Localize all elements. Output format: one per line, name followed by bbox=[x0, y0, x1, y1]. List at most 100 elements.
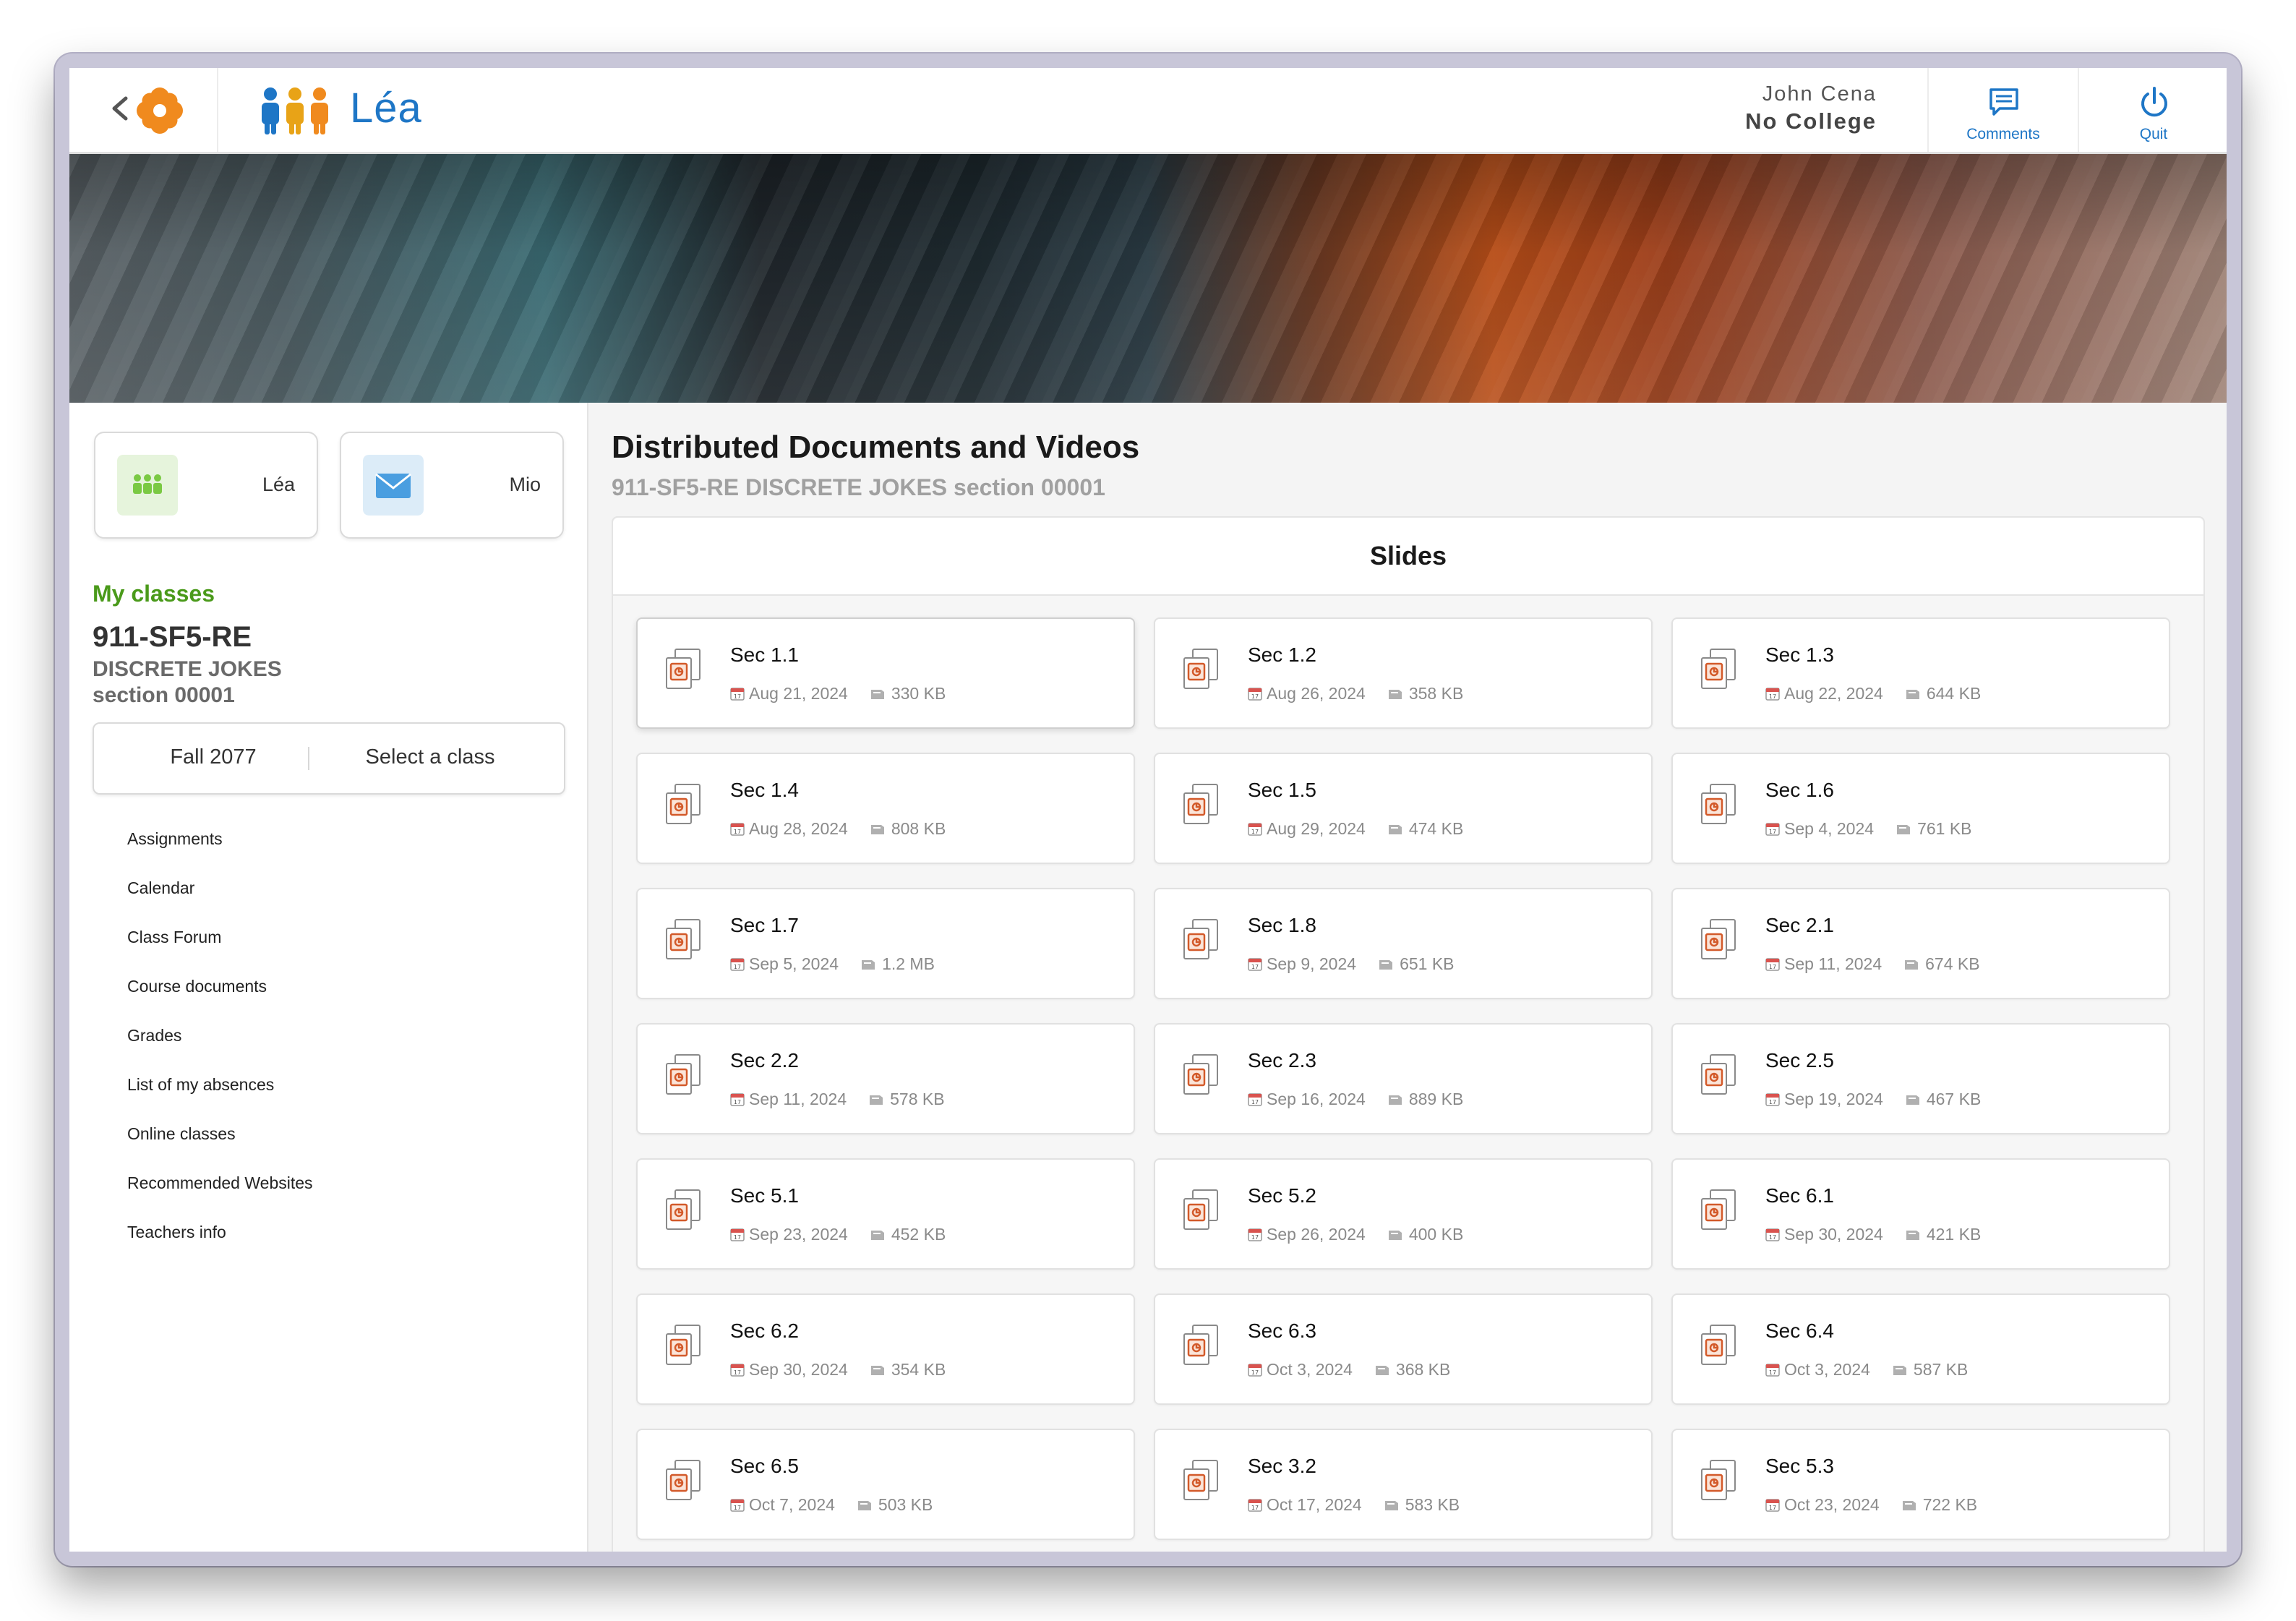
document-name: Sec 1.3 bbox=[1765, 643, 1834, 666]
document-card-sec-1-3[interactable]: Sec 1.3 17 Aug 22, 2024 644 KB bbox=[1671, 617, 2170, 729]
lea-app-tile[interactable]: Léa bbox=[94, 432, 318, 539]
document-name: Sec 6.4 bbox=[1765, 1320, 1834, 1342]
document-card-sec-1-2[interactable]: Sec 1.2 17 Aug 26, 2024 358 KB bbox=[1154, 617, 1653, 729]
nav-item-calendar[interactable]: Calendar bbox=[127, 878, 194, 898]
select-class-button[interactable]: Select a class bbox=[311, 745, 549, 769]
back-button[interactable] bbox=[69, 68, 218, 152]
document-meta: 17 Sep 19, 2024 467 KB bbox=[1765, 1090, 1981, 1109]
document-meta: 17 Oct 17, 2024 583 KB bbox=[1248, 1495, 1460, 1515]
svg-text:17: 17 bbox=[734, 1505, 741, 1511]
nav-item-course-documents[interactable]: Course documents bbox=[127, 977, 267, 996]
file-size-icon bbox=[862, 960, 875, 970]
file-size-icon bbox=[1384, 1501, 1398, 1510]
file-size-icon bbox=[1897, 825, 1911, 834]
document-card-sec-6-3[interactable]: Sec 6.3 17 Oct 3, 2024 368 KB bbox=[1154, 1293, 1653, 1405]
nav-item-recommended-websites[interactable]: Recommended Websites bbox=[127, 1173, 313, 1193]
document-card-sec-3-2[interactable]: Sec 3.2 17 Oct 17, 2024 583 KB bbox=[1154, 1429, 1653, 1540]
svg-text:17: 17 bbox=[734, 829, 741, 835]
presentation-file-icon bbox=[1701, 649, 1736, 689]
document-card-sec-2-3[interactable]: Sec 2.3 17 Sep 16, 2024 889 KB bbox=[1154, 1023, 1653, 1134]
presentation-file-icon bbox=[1701, 1189, 1736, 1230]
document-date: Oct 7, 2024 bbox=[749, 1495, 835, 1514]
document-name: Sec 2.3 bbox=[1248, 1049, 1316, 1072]
document-size: 368 KB bbox=[1395, 1360, 1451, 1379]
document-meta: 17 Sep 23, 2024 452 KB bbox=[730, 1225, 946, 1244]
calendar-icon: 17 bbox=[1248, 958, 1262, 971]
document-card-sec-6-4[interactable]: Sec 6.4 17 Oct 3, 2024 587 KB bbox=[1671, 1293, 2170, 1405]
nav-item-grades[interactable]: Grades bbox=[127, 1026, 181, 1045]
document-meta: 17 Sep 11, 2024 578 KB bbox=[730, 1090, 945, 1109]
document-name: Sec 1.7 bbox=[730, 914, 799, 936]
svg-text:17: 17 bbox=[1769, 693, 1776, 700]
document-meta: 17 Sep 26, 2024 400 KB bbox=[1248, 1225, 1463, 1244]
document-card-sec-5-2[interactable]: Sec 5.2 17 Sep 26, 2024 400 KB bbox=[1154, 1158, 1653, 1270]
calendar-icon: 17 bbox=[730, 688, 745, 701]
nav-item-class-forum[interactable]: Class Forum bbox=[127, 928, 221, 947]
file-size-icon bbox=[870, 1095, 883, 1105]
file-size-icon bbox=[870, 1231, 884, 1240]
presentation-file-icon bbox=[1701, 1054, 1736, 1095]
svg-text:17: 17 bbox=[1251, 964, 1259, 970]
mio-app-tile[interactable]: Mio bbox=[340, 432, 564, 539]
document-card-sec-5-1[interactable]: Sec 5.1 17 Sep 23, 2024 452 KB bbox=[636, 1158, 1135, 1270]
presentation-file-icon bbox=[666, 1325, 701, 1365]
document-date: Oct 3, 2024 bbox=[1267, 1360, 1353, 1379]
document-date: Aug 29, 2024 bbox=[1267, 819, 1366, 838]
calendar-icon: 17 bbox=[1765, 958, 1780, 971]
svg-text:17: 17 bbox=[1769, 1505, 1776, 1511]
document-meta: 17 Oct 3, 2024 587 KB bbox=[1765, 1360, 1968, 1380]
nav-item-teachers-info[interactable]: Teachers info bbox=[127, 1223, 226, 1242]
document-meta: 17 Sep 16, 2024 889 KB bbox=[1248, 1090, 1463, 1109]
document-card-sec-2-5[interactable]: Sec 2.5 17 Sep 19, 2024 467 KB bbox=[1671, 1023, 2170, 1134]
document-size: 587 KB bbox=[1913, 1360, 1969, 1379]
document-card-sec-2-1[interactable]: Sec 2.1 17 Sep 11, 2024 674 KB bbox=[1671, 888, 2170, 999]
document-date: Sep 19, 2024 bbox=[1784, 1090, 1883, 1108]
document-size: 503 KB bbox=[878, 1495, 933, 1514]
file-size-icon bbox=[1906, 1095, 1919, 1105]
document-name: Sec 1.5 bbox=[1248, 779, 1316, 801]
document-name: Sec 3.2 bbox=[1248, 1455, 1316, 1477]
document-card-sec-6-5[interactable]: Sec 6.5 17 Oct 7, 2024 503 KB bbox=[636, 1429, 1135, 1540]
term-selector[interactable]: Fall 2077 bbox=[94, 745, 333, 769]
comments-button[interactable]: Comments bbox=[1927, 68, 2078, 152]
document-size: 651 KB bbox=[1400, 954, 1455, 973]
document-card-sec-1-5[interactable]: Sec 1.5 17 Aug 29, 2024 474 KB bbox=[1154, 753, 1653, 864]
nav-item-online-classes[interactable]: Online classes bbox=[127, 1124, 236, 1144]
calendar-icon: 17 bbox=[730, 1228, 745, 1241]
quit-button[interactable]: Quit bbox=[2078, 68, 2227, 152]
document-date: Sep 11, 2024 bbox=[749, 1090, 847, 1108]
document-date: Sep 30, 2024 bbox=[1784, 1225, 1883, 1244]
calendar-icon: 17 bbox=[1765, 823, 1780, 836]
document-date: Aug 21, 2024 bbox=[749, 684, 848, 703]
class-name: DISCRETE JOKES bbox=[93, 657, 282, 681]
document-date: Sep 5, 2024 bbox=[749, 954, 839, 973]
document-date: Aug 26, 2024 bbox=[1267, 684, 1366, 703]
document-name: Sec 1.2 bbox=[1248, 643, 1316, 666]
document-name: Sec 1.4 bbox=[730, 779, 799, 801]
nav-item-absences[interactable]: List of my absences bbox=[127, 1075, 274, 1095]
document-size: 583 KB bbox=[1405, 1495, 1460, 1514]
document-card-sec-1-6[interactable]: Sec 1.6 17 Sep 4, 2024 761 KB bbox=[1671, 753, 2170, 864]
document-meta: 17 Aug 26, 2024 358 KB bbox=[1248, 684, 1463, 703]
document-card-sec-6-1[interactable]: Sec 6.1 17 Sep 30, 2024 421 KB bbox=[1671, 1158, 2170, 1270]
presentation-file-icon bbox=[1701, 919, 1736, 959]
document-card-sec-1-8[interactable]: Sec 1.8 17 Sep 9, 2024 651 KB bbox=[1154, 888, 1653, 999]
document-name: Sec 6.3 bbox=[1248, 1320, 1316, 1342]
document-card-sec-6-2[interactable]: Sec 6.2 17 Sep 30, 2024 354 KB bbox=[636, 1293, 1135, 1405]
user-college: No College bbox=[1745, 108, 1877, 134]
file-size-icon bbox=[870, 825, 884, 834]
document-card-sec-1-4[interactable]: Sec 1.4 17 Aug 28, 2024 808 KB bbox=[636, 753, 1135, 864]
document-card-sec-1-1[interactable]: Sec 1.1 17 Aug 21, 2024 330 KB bbox=[636, 617, 1135, 729]
document-meta: 17 Sep 30, 2024 421 KB bbox=[1765, 1225, 1981, 1244]
file-size-icon bbox=[1379, 960, 1393, 970]
document-meta: 17 Oct 7, 2024 503 KB bbox=[730, 1495, 933, 1515]
svg-text:17: 17 bbox=[1769, 829, 1776, 835]
document-card-sec-5-3[interactable]: Sec 5.3 17 Oct 23, 2024 722 KB bbox=[1671, 1429, 2170, 1540]
calendar-icon: 17 bbox=[1765, 688, 1780, 701]
document-card-sec-1-7[interactable]: Sec 1.7 17 Sep 5, 2024 1.2 MB bbox=[636, 888, 1135, 999]
document-card-sec-2-2[interactable]: Sec 2.2 17 Sep 11, 2024 578 KB bbox=[636, 1023, 1135, 1134]
svg-text:17: 17 bbox=[1769, 964, 1776, 970]
file-size-icon bbox=[1388, 1231, 1402, 1240]
class-section: section 00001 bbox=[93, 683, 235, 707]
nav-item-assignments[interactable]: Assignments bbox=[127, 829, 223, 849]
